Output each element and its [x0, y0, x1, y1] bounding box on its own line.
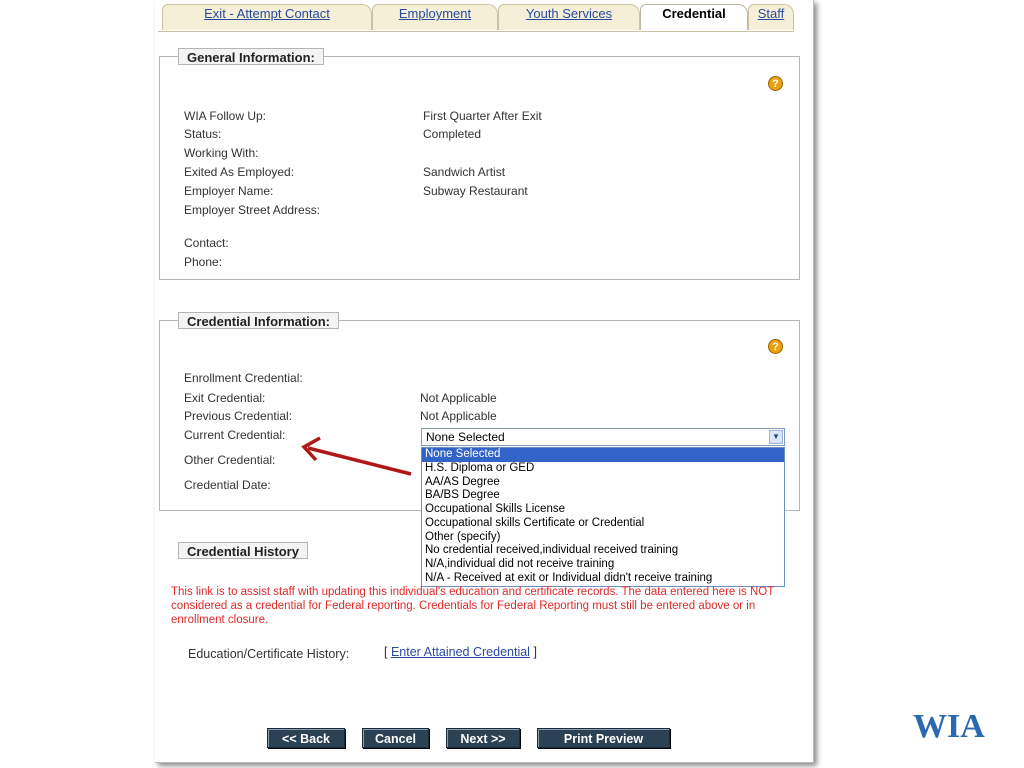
current-credential-select[interactable]: None Selected ▼ [421, 428, 785, 446]
field-label: Employer Street Address: [184, 203, 321, 217]
cancel-button[interactable]: Cancel [362, 728, 429, 748]
credential-options-list: None Selected H.S. Diploma or GED AA/AS … [421, 447, 785, 587]
history-note: This link is to assist staff with updati… [171, 586, 775, 626]
field-label: Employer Name: [184, 184, 274, 198]
credential-information-legend: Credential Information: [178, 312, 340, 329]
option-item[interactable]: Other (specify) [422, 531, 784, 545]
chevron-down-icon[interactable]: ▼ [769, 430, 783, 444]
tab-exit-attempt-contact[interactable]: Exit - Attempt Contact [162, 4, 372, 30]
bracket-close: ] [533, 645, 537, 659]
field-label: Enrollment Credential: [184, 371, 303, 385]
field-label: Exited As Employed: [184, 165, 295, 179]
credential-history-legend: Credential History [178, 542, 308, 559]
option-item[interactable]: Occupational Skills License [422, 503, 784, 517]
tab-youth-services[interactable]: Youth Services [498, 4, 640, 30]
field-value: Not Applicable [420, 391, 497, 405]
general-information-legend: General Information: [178, 48, 324, 65]
option-item[interactable]: BA/BS Degree [422, 489, 784, 503]
tab-employment[interactable]: Employment [372, 4, 498, 30]
option-item[interactable]: AA/AS Degree [422, 476, 784, 490]
option-item[interactable]: Occupational skills Certificate or Crede… [422, 517, 784, 531]
field-value: Completed [423, 127, 482, 141]
tab-label: Employment [398, 6, 472, 21]
field-value: Sandwich Artist [423, 165, 506, 179]
field-value: Not Applicable [420, 409, 497, 423]
history-label: Education/Certificate History: [188, 647, 350, 661]
tab-credential[interactable]: Credential [640, 4, 748, 30]
print-preview-button[interactable]: Print Preview [537, 728, 670, 748]
option-item[interactable]: N/A - Received at exit or Individual did… [422, 572, 784, 586]
field-label: Current Credential: [184, 428, 286, 442]
next-button[interactable]: Next >> [446, 728, 520, 748]
field-label: Exit Credential: [184, 391, 266, 405]
field-label: Previous Credential: [184, 409, 293, 423]
field-label: WIA Follow Up: [184, 109, 267, 123]
back-button[interactable]: << Back [267, 728, 345, 748]
bracket-open: [ [384, 645, 388, 659]
tab-label: Staff [757, 6, 785, 21]
help-icon[interactable]: ? [768, 76, 783, 91]
help-icon[interactable]: ? [768, 339, 783, 354]
enter-attained-credential-link[interactable]: Enter Attained Credential [391, 645, 530, 659]
field-label: Contact: [184, 236, 229, 250]
red-arrow-icon [301, 436, 412, 476]
field-value: Subway Restaurant [423, 184, 528, 198]
option-item[interactable]: No credential received,individual receiv… [422, 544, 784, 558]
tab-label: Credential [662, 6, 726, 21]
field-label: Phone: [184, 255, 223, 269]
tab-label: Youth Services [525, 6, 613, 21]
tab-underline [158, 31, 794, 32]
tab-label: Exit - Attempt Contact [204, 6, 330, 21]
history-link-wrapper: [ Enter Attained Credential ] [384, 645, 537, 659]
option-item[interactable]: None Selected [422, 448, 784, 462]
option-item[interactable]: N/A,individual did not receive training [422, 558, 784, 572]
field-label: Working With: [184, 146, 259, 160]
field-value: First Quarter After Exit [423, 109, 542, 123]
field-label: Credential Date: [184, 478, 271, 492]
tab-bar: Exit - Attempt Contact Employment Youth … [158, 4, 798, 32]
option-item[interactable]: H.S. Diploma or GED [422, 462, 784, 476]
tab-staff[interactable]: Staff [748, 4, 794, 30]
field-label: Other Credential: [184, 453, 276, 467]
field-label: Status: [184, 127, 222, 141]
select-value: None Selected [426, 430, 505, 444]
wia-logo: WIA [913, 708, 985, 745]
